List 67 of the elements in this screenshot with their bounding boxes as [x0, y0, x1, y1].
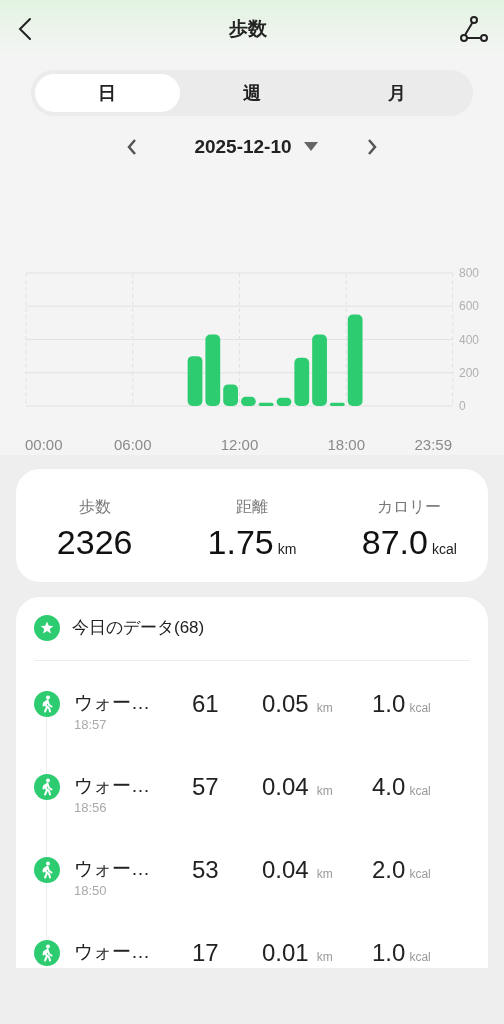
page-title: 歩数 [229, 16, 267, 41]
calories-value: 1.0 [372, 939, 406, 966]
distance-value: 0.04 [262, 773, 309, 800]
calories-value: 2.0 [372, 856, 406, 883]
summary-value: 1.75 [207, 524, 274, 559]
walking-person-icon [34, 773, 60, 800]
unit-label: km [316, 948, 333, 966]
chart-bar [276, 397, 292, 406]
x-axis-label: 23:59 [414, 435, 452, 453]
chart-bar [312, 334, 327, 406]
summary-label: 距離 [236, 496, 268, 517]
activity-time: 18:50 [74, 881, 108, 900]
y-axis-label: 600 [459, 298, 480, 313]
chart-bar [241, 396, 256, 406]
unit-label: kcal [409, 699, 431, 717]
period-tab[interactable]: 日 [35, 74, 180, 112]
x-axis-label: 06:00 [114, 435, 152, 453]
x-axis-label: 18:00 [327, 435, 365, 453]
y-axis-label: 200 [459, 365, 480, 380]
summary-label: 歩数 [78, 496, 111, 517]
distance-value: 0.01 [262, 939, 309, 966]
unit-label: kcal [409, 948, 431, 966]
unit-label: kcal [409, 865, 431, 883]
walking-person-icon [34, 690, 60, 717]
distance-value: 0.04 [262, 856, 309, 883]
step-count: 57 [192, 773, 220, 800]
period-tab[interactable]: 月 [324, 74, 469, 112]
step-count: 17 [192, 939, 220, 966]
calories-value: 1.0 [372, 690, 406, 717]
walking-person-icon [34, 856, 60, 883]
chart-bar [205, 334, 221, 406]
summary-label: カロリー [377, 496, 442, 517]
step-count: 61 [192, 690, 220, 717]
unit-label: kcal [409, 782, 431, 800]
dropdown-icon [303, 142, 318, 153]
unit-label: km [277, 539, 297, 559]
date-picker[interactable]: 2025-12-10 [194, 133, 318, 162]
route-icon[interactable] [460, 15, 488, 43]
chart-bar [258, 402, 274, 406]
y-axis-label: 800 [459, 265, 480, 280]
step-count: 53 [192, 856, 220, 883]
activity-time: 18:57 [74, 715, 108, 734]
activity-name: ウォー… [74, 856, 151, 881]
y-axis-label: 400 [459, 332, 480, 346]
calories-value: 4.0 [372, 773, 406, 800]
activity-name: ウォー… [74, 690, 151, 715]
unit-label: km [316, 699, 333, 717]
y-axis-label: 0 [459, 398, 466, 413]
chart-bar [187, 355, 203, 406]
records-title: 今日のデータ(68) [72, 617, 205, 640]
period-tab[interactable]: 週 [179, 74, 325, 112]
activity-name: ウォー… [74, 773, 151, 798]
x-axis-label: 00:00 [25, 435, 63, 453]
distance-value: 0.05 [262, 690, 309, 717]
x-axis-label: 12:00 [220, 435, 259, 453]
previous-icon[interactable] [126, 138, 139, 157]
chart-bar [294, 357, 310, 406]
chart-bar [223, 383, 238, 406]
chart-bar [329, 402, 345, 406]
summary-value: 87.0 [361, 524, 428, 559]
activity-time: 18:56 [74, 798, 108, 817]
unit-label: km [316, 865, 333, 883]
unit-label: km [316, 782, 333, 800]
next-icon[interactable] [365, 138, 378, 157]
unit-label: kcal [431, 539, 457, 559]
activity-name: ウォー… [74, 939, 151, 964]
summary-value: 2326 [56, 524, 133, 559]
